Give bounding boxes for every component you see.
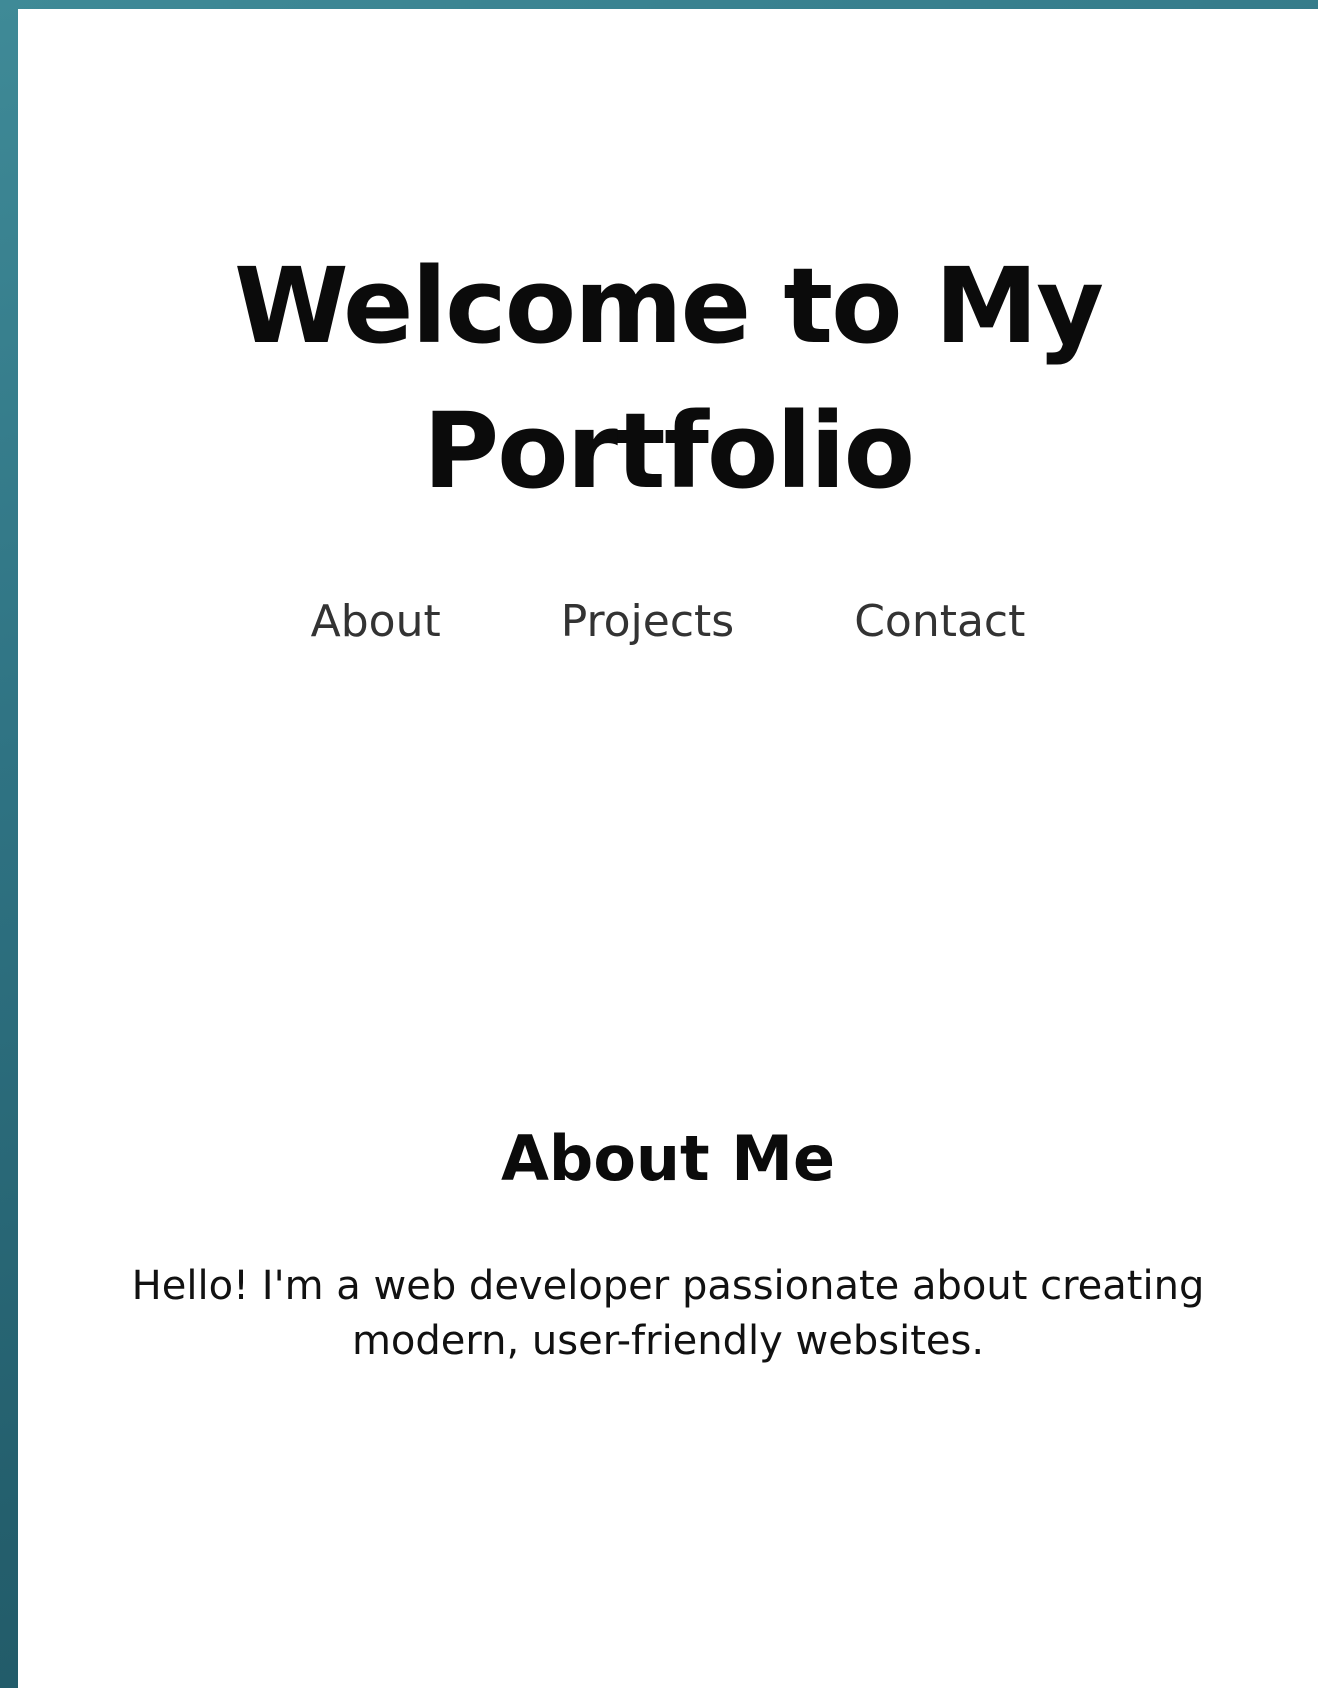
nav-link-contact[interactable]: Contact <box>854 596 1025 647</box>
nav-link-about[interactable]: About <box>311 596 441 647</box>
about-heading: About Me <box>500 1122 836 1195</box>
about-section: About Me Hello! I'm a web developer pass… <box>18 1119 1318 1369</box>
main-nav: About Projects Contact <box>18 596 1318 647</box>
page-title: Welcome to My Portfolio <box>233 245 1104 512</box>
about-text: Hello! I'm a web developer passionate ab… <box>131 1263 1205 1364</box>
site-header: Welcome to My Portfolio About Projects C… <box>18 9 1318 647</box>
nav-link-projects[interactable]: Projects <box>561 596 734 647</box>
page-container: Welcome to My Portfolio About Projects C… <box>18 9 1318 1688</box>
